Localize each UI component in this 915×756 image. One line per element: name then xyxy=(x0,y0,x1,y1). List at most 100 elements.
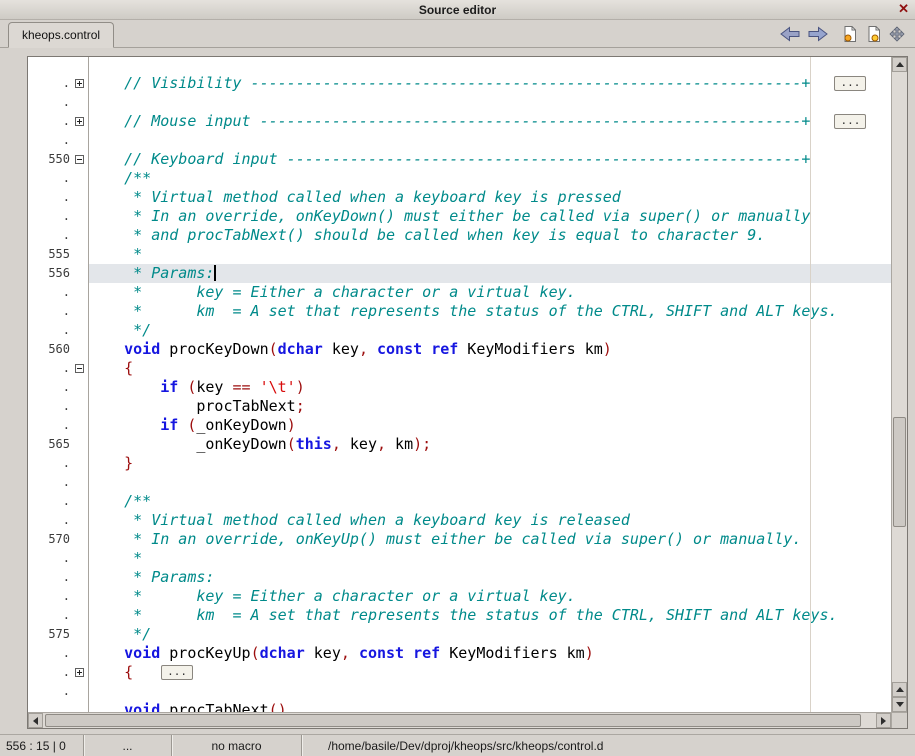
code-token: _onKeyDown xyxy=(196,416,286,434)
code-line[interactable]: . // Visibility ------------------------… xyxy=(28,74,891,93)
code-token xyxy=(88,701,124,712)
code-token: ( xyxy=(251,644,260,662)
fold-toggle-icon[interactable] xyxy=(75,117,84,126)
fold-toggle-icon[interactable] xyxy=(75,155,84,164)
code-text: procTabNext; xyxy=(88,397,891,416)
fold-gutter xyxy=(72,112,88,131)
new-document-icon[interactable] xyxy=(841,25,859,43)
code-line[interactable]: 555 * xyxy=(28,245,891,264)
code-text: * key = Either a character or a virtual … xyxy=(88,283,891,302)
folded-region-box[interactable]: ... xyxy=(834,114,866,129)
code-line[interactable]: . // Mouse input -----------------------… xyxy=(28,112,891,131)
code-line[interactable]: 550 // Keyboard input ------------------… xyxy=(28,150,891,169)
code-token: , xyxy=(359,340,368,358)
code-token: ) xyxy=(603,340,612,358)
go-back-icon[interactable] xyxy=(779,26,801,42)
code-token: ; xyxy=(296,397,305,415)
code-line[interactable]: . xyxy=(28,131,891,150)
scroll-down-button[interactable] xyxy=(892,697,907,712)
code-token: } xyxy=(124,454,133,472)
fold-gutter xyxy=(72,93,88,112)
code-line[interactable]: . } xyxy=(28,454,891,473)
folded-region-box[interactable]: ... xyxy=(161,665,193,680)
code-line[interactable]: . * key = Either a character or a virtua… xyxy=(28,283,891,302)
vertical-scrollbar[interactable] xyxy=(891,57,907,712)
code-token: void xyxy=(124,701,160,712)
code-line[interactable]: . if (key == '\t') xyxy=(28,378,891,397)
vertical-scroll-thumb[interactable] xyxy=(893,417,906,527)
code-line[interactable]: . { xyxy=(28,359,891,378)
tab-bar: kheops.control xyxy=(0,20,915,48)
go-forward-icon[interactable] xyxy=(807,26,829,42)
window-titlebar[interactable]: Source editor ✕ xyxy=(0,0,915,20)
code-text: */ xyxy=(88,625,891,644)
code-line[interactable]: . /** xyxy=(28,169,891,188)
arrow-down-icon xyxy=(896,702,904,707)
code-line[interactable]: 560 void procKeyDown(dchar key, const re… xyxy=(28,340,891,359)
code-line[interactable]: . {... xyxy=(28,663,891,682)
code-line[interactable]: . * key = Either a character or a virtua… xyxy=(28,587,891,606)
code-line[interactable]: . * km = A set that represents the statu… xyxy=(28,302,891,321)
save-document-icon[interactable] xyxy=(865,25,883,43)
horizontal-scroll-thumb[interactable] xyxy=(45,714,861,727)
code-lines: . // Visibility ------------------------… xyxy=(28,74,891,712)
scroll-right-button[interactable] xyxy=(876,713,891,728)
code-token xyxy=(88,359,124,377)
code-token: key xyxy=(341,435,377,453)
code-token: /** xyxy=(88,492,151,510)
code-line[interactable]: . procTabNext; xyxy=(28,397,891,416)
code-token: * xyxy=(88,549,142,567)
line-number: . xyxy=(28,321,72,340)
code-text xyxy=(88,682,891,701)
line-number: 556 xyxy=(28,264,72,283)
code-line[interactable]: 575 */ xyxy=(28,625,891,644)
fold-toggle-icon[interactable] xyxy=(75,364,84,373)
code-token xyxy=(88,663,124,681)
line-number: 570 xyxy=(28,530,72,549)
editor-viewport[interactable]: . // Visibility ------------------------… xyxy=(28,57,891,712)
fold-gutter xyxy=(72,416,88,435)
code-line[interactable]: . if (_onKeyDown) xyxy=(28,416,891,435)
code-line[interactable]: . * Params: xyxy=(28,568,891,587)
code-line[interactable]: . * km = A set that represents the statu… xyxy=(28,606,891,625)
fold-gutter xyxy=(72,454,88,473)
code-line[interactable]: . xyxy=(28,93,891,112)
scroll-left-button[interactable] xyxy=(28,713,43,728)
code-line[interactable]: . * Virtual method called when a keyboar… xyxy=(28,511,891,530)
code-line[interactable]: . xyxy=(28,682,891,701)
line-number: . xyxy=(28,131,72,150)
line-number: . xyxy=(28,112,72,131)
code-line[interactable]: . /** xyxy=(28,492,891,511)
code-line[interactable]: . * xyxy=(28,549,891,568)
code-line[interactable]: . */ xyxy=(28,321,891,340)
horizontal-scrollbar[interactable] xyxy=(28,712,891,728)
tab-kheops-control[interactable]: kheops.control xyxy=(8,22,114,48)
status-extra: ... xyxy=(84,735,172,756)
code-token: void xyxy=(124,340,160,358)
code-line[interactable]: 570 * In an override, onKeyUp() must eit… xyxy=(28,530,891,549)
right-margin-line xyxy=(810,57,811,712)
code-line-current[interactable]: 556 * Params: xyxy=(28,264,891,283)
fold-toggle-icon[interactable] xyxy=(75,668,84,677)
code-token: { xyxy=(124,663,133,681)
fold-toggle-icon[interactable] xyxy=(75,79,84,88)
code-line[interactable]: . void procKeyUp(dchar key, const ref Ke… xyxy=(28,644,891,663)
code-text: */ xyxy=(88,321,891,340)
status-bar: 556 : 15 | 0 ... no macro /home/basile/D… xyxy=(0,734,915,756)
close-icon[interactable]: ✕ xyxy=(898,1,909,17)
code-line[interactable]: . xyxy=(28,473,891,492)
code-token xyxy=(368,340,377,358)
code-line[interactable]: . void procTabNext() xyxy=(28,701,891,712)
code-line[interactable]: . * and procTabNext() should be called w… xyxy=(28,226,891,245)
scroll-up-button[interactable] xyxy=(892,57,907,72)
code-line[interactable]: . * Virtual method called when a keyboar… xyxy=(28,188,891,207)
code-line[interactable]: . * In an override, onKeyDown() must eit… xyxy=(28,207,891,226)
code-text: /** xyxy=(88,492,891,511)
code-token: if xyxy=(160,416,178,434)
code-line[interactable]: 565 _onKeyDown(this, key, km); xyxy=(28,435,891,454)
code-token: procTabNext xyxy=(160,701,268,712)
folded-region-box[interactable]: ... xyxy=(834,76,866,91)
code-token: ); xyxy=(413,435,431,453)
scroll-up-button-secondary[interactable] xyxy=(892,682,907,697)
detach-pin-icon[interactable] xyxy=(889,26,905,42)
